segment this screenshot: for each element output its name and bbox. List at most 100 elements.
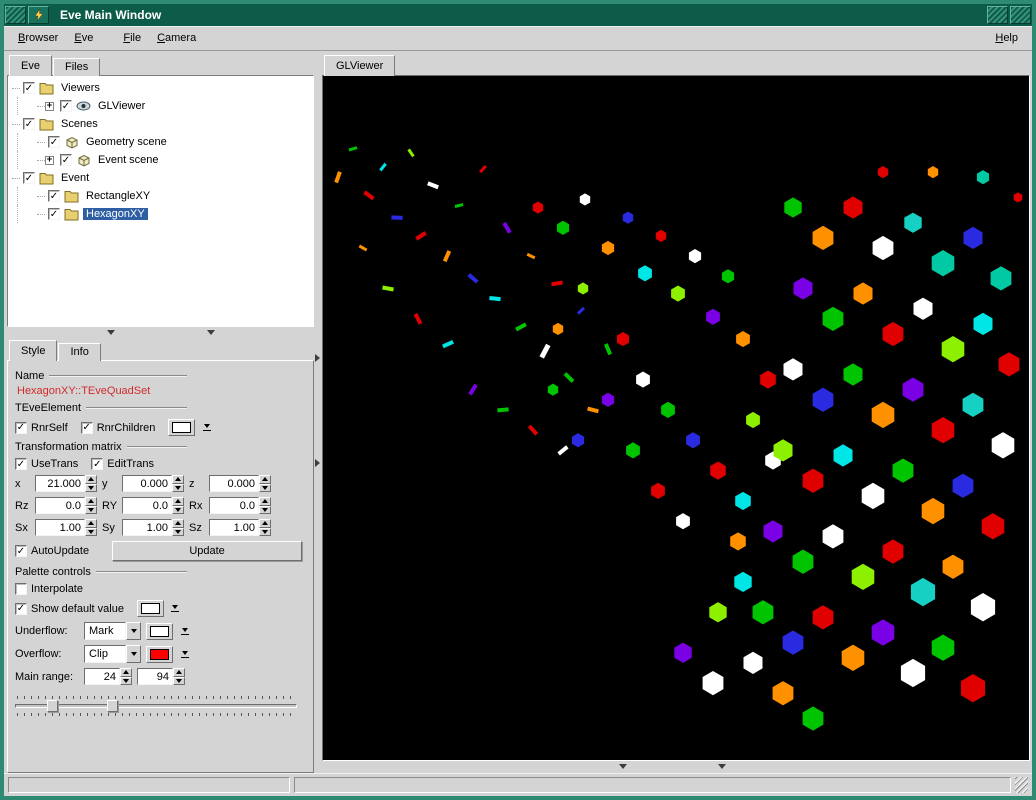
horizontal-splitter[interactable] [7, 327, 314, 339]
ry-input[interactable] [122, 497, 172, 514]
z-input[interactable] [209, 475, 259, 492]
sx-input[interactable] [35, 519, 85, 536]
tree-item-label[interactable]: RectangleXY [83, 190, 153, 202]
tree-checkbox[interactable]: ✓ [60, 154, 72, 166]
menu-browser[interactable]: Browser [10, 29, 66, 47]
spin-down-button[interactable] [259, 506, 271, 515]
maximize-button[interactable] [1010, 6, 1031, 24]
tree-item-label[interactable]: GLViewer [95, 100, 148, 112]
titlebar[interactable]: Eve Main Window [4, 4, 1032, 26]
spin-down-button[interactable] [172, 528, 184, 537]
tree-item-label[interactable]: Event scene [95, 154, 162, 166]
sy-input[interactable] [122, 519, 172, 536]
tree-item-label[interactable]: Viewers [58, 82, 103, 94]
underflow-color-select[interactable] [146, 623, 173, 640]
default-color-select[interactable] [137, 600, 164, 617]
main-color-dropdown[interactable] [200, 419, 213, 436]
menu-file[interactable]: File [115, 29, 149, 47]
tree-item-event[interactable]: ✓ Event [10, 169, 311, 187]
autoupdate-checkbox[interactable]: ✓ AutoUpdate [15, 545, 89, 557]
tree-item-label[interactable]: Geometry scene [83, 136, 170, 148]
overflow-color-dropdown[interactable] [178, 646, 191, 663]
slider-handle-max[interactable] [107, 700, 118, 712]
tree-item-scenes[interactable]: ✓ Scenes [10, 115, 311, 133]
tree-checkbox[interactable]: ✓ [23, 118, 35, 130]
underflow-combo[interactable]: Mark [84, 622, 141, 640]
tree-item-rectanglexy[interactable]: ✓ RectangleXY [10, 187, 311, 205]
spin-down-button[interactable] [85, 484, 97, 493]
edittrans-checkbox[interactable]: ✓ EditTrans [91, 458, 154, 470]
overflow-combo[interactable]: Clip [84, 645, 141, 663]
spin-up-button[interactable] [259, 497, 271, 506]
viewer-bottom-splitter[interactable] [322, 761, 1030, 773]
spin-down-button[interactable] [259, 528, 271, 537]
underflow-color-dropdown[interactable] [178, 623, 191, 640]
slider-handle-min[interactable] [47, 700, 58, 712]
spin-up-button[interactable] [172, 475, 184, 484]
spin-down-button[interactable] [172, 484, 184, 493]
tree-checkbox[interactable]: ✓ [48, 136, 60, 148]
usetrans-checkbox[interactable]: ✓ UseTrans [15, 458, 78, 470]
spin-up-button[interactable] [85, 497, 97, 506]
spin-up-button[interactable] [85, 519, 97, 528]
menu-help[interactable]: Help [987, 29, 1026, 47]
sz-input[interactable] [209, 519, 259, 536]
app-icon[interactable] [28, 6, 49, 24]
spin-down-button[interactable] [259, 484, 271, 493]
minimize-button[interactable] [987, 6, 1008, 24]
update-button[interactable]: Update [112, 541, 302, 561]
spin-down-button[interactable] [85, 528, 97, 537]
tab-info[interactable]: Info [58, 343, 100, 361]
spin-up-button[interactable] [85, 475, 97, 484]
tab-eve[interactable]: Eve [9, 55, 52, 76]
tree-item-event-scene[interactable]: +✓Event scene [10, 151, 311, 169]
tab-glviewer[interactable]: GLViewer [324, 55, 395, 76]
spin-up-button[interactable] [259, 475, 271, 484]
tree-checkbox[interactable]: ✓ [23, 82, 35, 94]
spin-down-button[interactable] [85, 506, 97, 515]
show-default-checkbox[interactable]: ✓ Show default value [15, 603, 124, 615]
main-color-select[interactable] [168, 419, 195, 436]
range-max-input[interactable] [137, 668, 173, 685]
tab-files[interactable]: Files [53, 58, 100, 76]
tree-item-label[interactable]: HexagonXY [83, 208, 148, 220]
tree-item-viewers[interactable]: ✓ Viewers [10, 79, 311, 97]
tree-item-glviewer[interactable]: + ✓ GLViewer [10, 97, 311, 115]
expander-icon[interactable]: + [45, 102, 54, 111]
combo-arrow-button[interactable] [126, 622, 141, 640]
vertical-splitter[interactable] [314, 54, 322, 773]
tree-checkbox[interactable]: ✓ [48, 190, 60, 202]
rz-input[interactable] [35, 497, 85, 514]
spin-up-button[interactable] [172, 497, 184, 506]
tree-item-label[interactable]: Event [58, 172, 92, 184]
tree-item-label[interactable]: Scenes [58, 118, 101, 130]
y-input[interactable] [122, 475, 172, 492]
window-menu-button[interactable] [5, 6, 26, 24]
resize-grip[interactable] [1015, 777, 1028, 793]
tab-style[interactable]: Style [9, 340, 57, 361]
rx-input[interactable] [209, 497, 259, 514]
main-range-slider[interactable] [15, 694, 297, 718]
spin-down-button[interactable] [173, 677, 185, 686]
spin-up-button[interactable] [173, 668, 185, 677]
default-color-dropdown[interactable] [169, 600, 182, 617]
overflow-color-select[interactable] [146, 646, 173, 663]
combo-arrow-button[interactable] [126, 645, 141, 663]
menu-eve[interactable]: Eve [66, 29, 101, 47]
x-input[interactable] [35, 475, 85, 492]
tree-item-geometry-scene[interactable]: ✓ Geometry scene [10, 133, 311, 151]
spin-up-button[interactable] [120, 668, 132, 677]
range-min-input[interactable] [84, 668, 120, 685]
spin-down-button[interactable] [120, 677, 132, 686]
tree-item-hexagonxy[interactable]: ✓ HexagonXY [10, 205, 311, 223]
gl-viewport[interactable] [322, 75, 1030, 761]
tree-checkbox[interactable]: ✓ [23, 172, 35, 184]
spin-down-button[interactable] [172, 506, 184, 515]
tree-checkbox[interactable]: ✓ [60, 100, 72, 112]
spin-up-button[interactable] [259, 519, 271, 528]
rnrself-checkbox[interactable]: ✓ RnrSelf [15, 422, 68, 434]
spin-up-button[interactable] [172, 519, 184, 528]
rnrchildren-checkbox[interactable]: ✓ RnrChildren [81, 422, 156, 434]
tree-checkbox[interactable]: ✓ [48, 208, 60, 220]
menu-camera[interactable]: Camera [149, 29, 204, 47]
